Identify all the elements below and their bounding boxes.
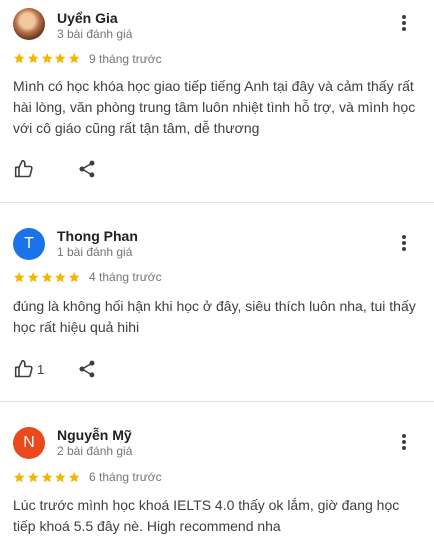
star-icon: [55, 272, 66, 283]
more-vert-icon[interactable]: [396, 12, 412, 34]
more-vert-icon[interactable]: [396, 232, 412, 254]
star-icon: [69, 472, 80, 483]
reviewer-name[interactable]: Nguyễn Mỹ: [57, 427, 132, 443]
review-count: 2 bài đánh giá: [57, 444, 133, 458]
star-rating: [13, 52, 82, 66]
divider: [0, 401, 434, 402]
reviewer-name[interactable]: Thong Phan: [57, 228, 138, 244]
star-icon: [27, 272, 39, 283]
review-text: Lúc trước mình học khoá IELTS 4.0 thấy o…: [13, 497, 400, 534]
avatar[interactable]: T: [13, 228, 45, 260]
review-text: Mình có học khóa học giao tiếp tiếng Anh…: [13, 78, 416, 136]
share-icon[interactable]: [77, 359, 97, 379]
review-count: 1 bài đánh giá: [57, 245, 133, 259]
star-icon: [69, 272, 80, 283]
like-count: 1: [37, 362, 45, 377]
star-icon: [41, 472, 53, 483]
review-card: N Nguyễn Mỹ 2 bài đánh giá 6 tháng trước…: [0, 418, 434, 538]
avatar[interactable]: [13, 8, 45, 40]
thumb-up-icon[interactable]: [13, 159, 35, 179]
star-icon: [41, 53, 53, 64]
star-icon: [13, 472, 25, 483]
star-icon: [41, 272, 53, 283]
divider: [0, 202, 434, 203]
more-vert-icon[interactable]: [396, 431, 412, 453]
avatar[interactable]: N: [13, 427, 45, 459]
review-time: 9 tháng trước: [89, 52, 162, 66]
review-text: đúng là không hối hận khi học ở đây, siê…: [13, 298, 416, 335]
review-card: T Thong Phan 1 bài đánh giá 4 tháng trướ…: [0, 218, 434, 398]
star-rating: [13, 271, 82, 285]
star-icon: [13, 272, 25, 283]
star-icon: [55, 53, 66, 64]
star-icon: [69, 53, 80, 64]
star-icon: [27, 472, 39, 483]
share-icon[interactable]: [77, 159, 97, 179]
star-icon: [13, 53, 25, 64]
review-count: 3 bài đánh giá: [57, 27, 133, 41]
star-rating: [13, 471, 82, 485]
reviewer-name[interactable]: Uyển Gia: [57, 10, 118, 26]
review-time: 6 tháng trước: [89, 470, 162, 484]
review-time: 4 tháng trước: [89, 270, 162, 284]
star-icon: [27, 53, 39, 64]
review-card: Uyển Gia 3 bài đánh giá 9 tháng trước Mì…: [0, 0, 434, 200]
star-icon: [55, 472, 66, 483]
thumb-up-icon[interactable]: [13, 359, 35, 379]
